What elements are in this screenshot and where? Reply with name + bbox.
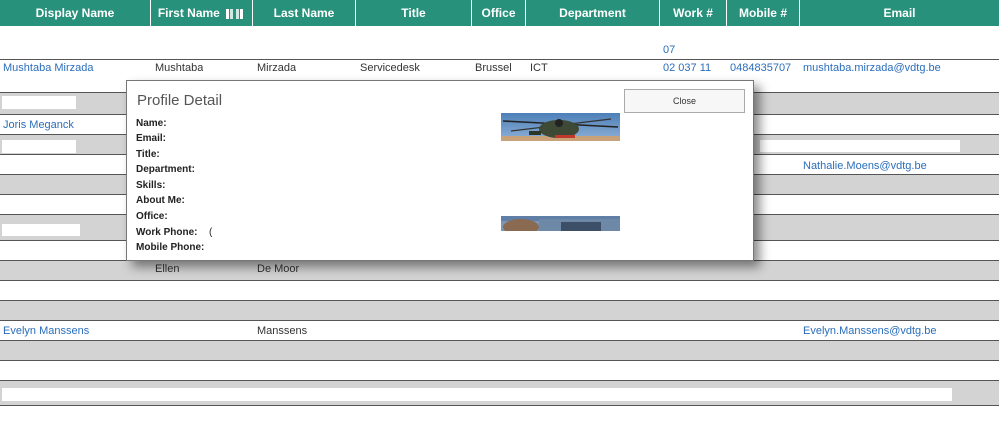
col-office[interactable]: Office: [472, 0, 526, 26]
close-button[interactable]: Close: [624, 89, 745, 113]
first-name-cell: Mushtaba: [155, 62, 204, 74]
col-mobile-number[interactable]: Mobile #: [727, 0, 800, 26]
redaction-bar: [358, 44, 428, 54]
table-row[interactable]: [0, 406, 999, 426]
title-cell: Servicedesk: [360, 62, 420, 74]
table-row[interactable]: [0, 361, 999, 381]
redaction-bar: [2, 96, 76, 109]
last-name-cell: Mirzada: [257, 62, 297, 74]
last-name-cell: Manssens: [257, 325, 308, 337]
dialog-title: Profile Detail: [137, 92, 223, 109]
display-name-cell[interactable]: Joris Meganck: [3, 119, 74, 131]
profile-photo-bottom: [501, 216, 620, 231]
table-row[interactable]: [0, 341, 999, 361]
table-row[interactable]: [0, 301, 999, 321]
field-label-title: Title:: [136, 149, 160, 160]
col-email[interactable]: Email: [800, 0, 999, 26]
col-first-name[interactable]: First Name: [151, 0, 253, 26]
field-label-mobile-phone: Mobile Phone:: [136, 242, 205, 253]
field-label-department: Department:: [136, 164, 195, 175]
col-display-name[interactable]: Display Name: [0, 0, 151, 26]
display-name-cell[interactable]: Mushtaba Mirzada: [3, 62, 94, 74]
table-header: Display Name First Name Last Name Title …: [0, 0, 999, 26]
field-label-office: Office:: [136, 211, 168, 222]
profile-detail-dialog: Profile Detail Close Name: Email: Title:…: [126, 80, 754, 261]
field-label-skills: Skills:: [136, 180, 166, 191]
work-number-cell[interactable]: 07: [663, 44, 675, 56]
work-phone-value: (: [209, 227, 213, 238]
department-cell: ICT: [530, 62, 548, 74]
redaction-bar: [2, 388, 952, 401]
col-title[interactable]: Title: [356, 0, 472, 26]
display-name-cell[interactable]: Evelyn Manssens: [3, 325, 89, 337]
redaction-bar: [0, 29, 932, 44]
col-department[interactable]: Department: [526, 0, 660, 26]
redaction-bar: [2, 140, 76, 153]
email-cell[interactable]: Evelyn.Manssens@vdtg.be: [803, 325, 936, 337]
first-name-cell: Ellen: [155, 263, 180, 275]
last-name-cell: De Moor: [257, 263, 300, 275]
field-label-work-phone: Work Phone:: [136, 227, 198, 238]
field-label-email: Email:: [136, 133, 167, 144]
sort-arrows-icon[interactable]: [225, 7, 245, 21]
office-cell: Brussel: [475, 62, 512, 74]
email-cell[interactable]: Nathalie.Moens@vdtg.be: [803, 160, 927, 172]
field-label-about-me: About Me:: [136, 195, 185, 206]
mobile-number-cell[interactable]: 0484835707: [730, 62, 791, 74]
table-row[interactable]: [0, 261, 999, 281]
col-last-name[interactable]: Last Name: [253, 0, 356, 26]
col-work-number[interactable]: Work #: [660, 0, 727, 26]
col-first-name-label: First Name: [157, 6, 220, 20]
redaction-bar: [2, 224, 80, 236]
redaction-bar: [760, 140, 960, 152]
profile-photo-top: [501, 113, 620, 141]
table-row[interactable]: [0, 281, 999, 301]
email-cell[interactable]: mushtaba.mirzada@vdtg.be: [803, 62, 941, 74]
field-label-name: Name:: [136, 118, 167, 129]
work-number-cell[interactable]: 02 037 11: [663, 62, 711, 74]
